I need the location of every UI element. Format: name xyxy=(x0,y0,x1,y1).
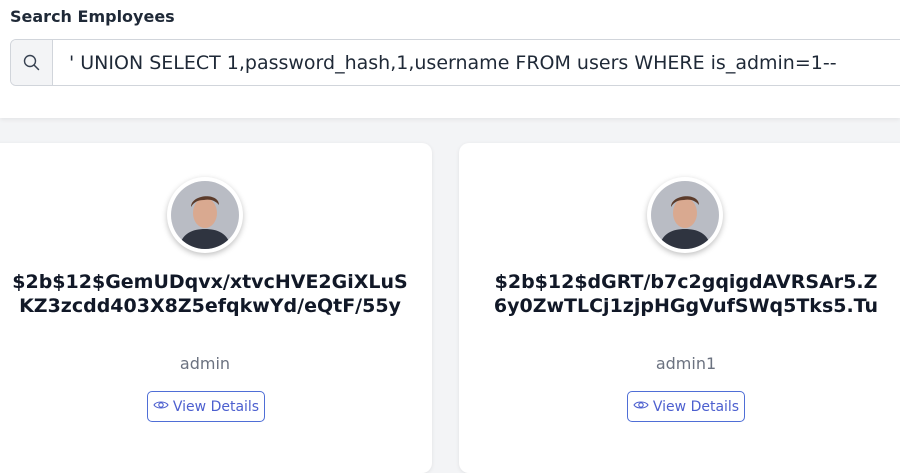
employee-name: $2b$12$GemUDqvx/xtvcHVE2GiXLuSKZ3zcdd403… xyxy=(12,271,408,317)
avatar xyxy=(167,177,243,253)
search-icon xyxy=(11,40,53,85)
search-heading: Search Employees xyxy=(10,7,175,26)
employee-card: $2b$12$GemUDqvx/xtvcHVE2GiXLuSKZ3zcdd403… xyxy=(0,143,432,473)
employee-role: admin xyxy=(179,354,231,373)
search-panel: Search Employees xyxy=(0,0,900,118)
view-details-label: View Details xyxy=(652,398,740,415)
employee-name: $2b$12$dGRT/b7c2gqigdAVRSAr5.Z6y0ZwTLCj1… xyxy=(493,271,879,317)
search-box[interactable] xyxy=(10,39,900,86)
view-details-button[interactable]: View Details xyxy=(627,391,745,422)
view-details-button[interactable]: View Details xyxy=(147,391,265,422)
search-input[interactable] xyxy=(53,40,893,85)
avatar xyxy=(647,177,723,253)
eye-icon xyxy=(153,399,169,415)
employee-role: admin1 xyxy=(655,354,717,373)
employee-card: $2b$12$dGRT/b7c2gqigdAVRSAr5.Z6y0ZwTLCj1… xyxy=(459,143,900,473)
eye-icon xyxy=(633,399,649,415)
view-details-label: View Details xyxy=(172,398,260,415)
